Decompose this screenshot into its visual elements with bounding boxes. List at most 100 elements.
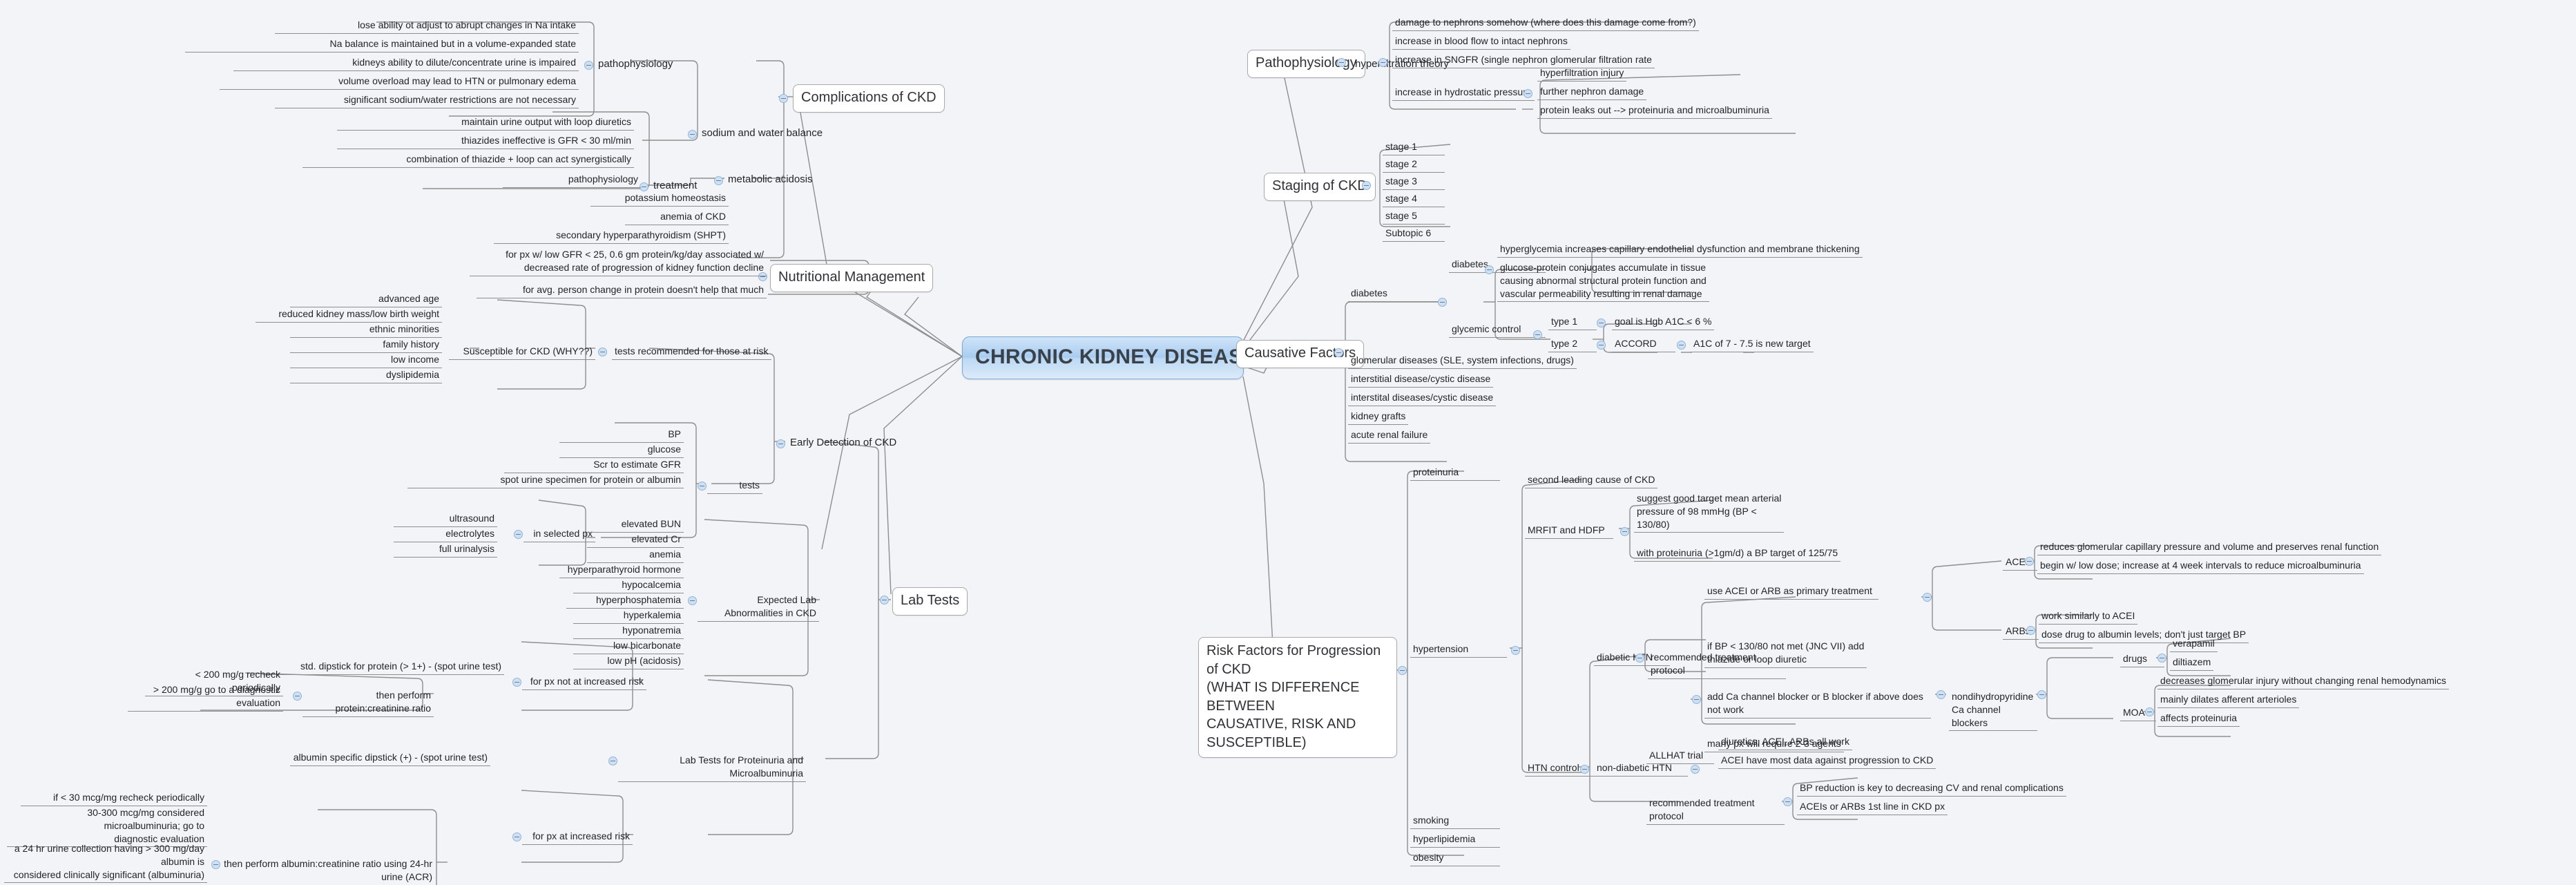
leaf-over-200-mgg[interactable]: > 200 mg/g go to a diagnostic evaluation [128, 683, 283, 712]
node-increase-hydrostatic-pressure[interactable]: increase in hydrostatic pressure [1392, 85, 1535, 101]
leaf-hypocalcemia[interactable]: hypocalcemia [573, 578, 684, 593]
leaf-acei-low-dose[interactable]: begin w/ low dose; increase at 4 week in… [2037, 558, 2364, 574]
node-for-px-at-risk[interactable]: for px at increased risk [522, 829, 633, 845]
toggle-drugs[interactable] [2157, 654, 2166, 663]
toggle-nondihydropyridine[interactable] [2037, 690, 2046, 699]
toggle-diabetes-sub[interactable] [1485, 265, 1494, 274]
toggle-lab-tests[interactable] [880, 596, 889, 605]
leaf-dilute-concentrate-impaired[interactable]: kidneys ability to dilute/concentrate ur… [233, 55, 579, 71]
leaf-proteinuria-bp-target[interactable]: with proteinuria (>1gm/d) a BP target of… [1634, 546, 1841, 562]
node-protein-creatinine-ratio[interactable]: then perform protein:creatinine ratio [302, 688, 434, 717]
leaf-further-nephron-damage[interactable]: further nephron damage [1537, 84, 1647, 100]
leaf-potassium-homeostasis[interactable]: potassium homeostasis [590, 191, 729, 207]
node-diabetes[interactable]: diabetes [1348, 286, 1445, 302]
leaf-family-history[interactable]: family history [290, 337, 442, 353]
toggle-expected-lab-abnormalities[interactable] [688, 596, 697, 605]
node-hypertension[interactable]: hypertension [1410, 642, 1507, 658]
leaf-second-leading-cause[interactable]: second leading cause of CKD [1525, 473, 1658, 488]
leaf-smoking[interactable]: smoking [1410, 813, 1500, 829]
leaf-test-glucose[interactable]: glucose [559, 442, 684, 458]
leaf-elevated-cr[interactable]: elevated Cr [587, 532, 684, 548]
toggle-complications-of-ckd[interactable] [779, 94, 788, 103]
toggle-diabetic-treatment-protocol[interactable] [1692, 695, 1701, 704]
leaf-elevated-bun[interactable]: elevated BUN [587, 517, 684, 533]
toggle-early-detection-of-ckd[interactable] [776, 439, 785, 448]
leaf-hyponatremia[interactable]: hyponatremia [573, 623, 684, 639]
leaf-test-spot-urine[interactable]: spot urine specimen for protein or album… [407, 473, 684, 488]
leaf-hyperparathyroid-hormone[interactable]: hyperparathyroid hormone [559, 562, 684, 578]
leaf-acei-most-data[interactable]: ACEI have most data against progression … [1718, 753, 1936, 769]
leaf-mean-arterial-pressure[interactable]: suggest good target mean arterial pressu… [1634, 491, 1785, 533]
leaf-stage-4[interactable]: stage 4 [1383, 191, 1445, 207]
toggle-type-2[interactable] [1597, 341, 1606, 350]
leaf-stage-1[interactable]: stage 1 [1383, 140, 1445, 155]
leaf-no-sodium-restrictions[interactable]: significant sodium/water restrictions ar… [275, 93, 579, 108]
node-albumin-creatinine-ratio[interactable]: then perform albumin:creatinine ratio us… [221, 857, 435, 885]
toggle-sodium-and-water-balance[interactable] [688, 130, 697, 139]
toggle-accord-trial[interactable] [1677, 341, 1686, 350]
leaf-protein-leaks-out[interactable]: protein leaks out --> proteinuria and mi… [1537, 103, 1772, 119]
toggle-glycemic-control[interactable] [1533, 330, 1542, 339]
toggle-nondiabetic-treatment-protocol[interactable] [1783, 797, 1792, 806]
leaf-obesity[interactable]: obesity [1410, 850, 1500, 866]
node-metabolic-acidosis[interactable]: metabolic acidosis [725, 172, 816, 188]
leaf-type-1-goal[interactable]: goal is Hgb A1C < 6 % [1612, 314, 1715, 330]
leaf-hyperglycemia-capillary[interactable]: hyperglycemia increases capillary endoth… [1497, 242, 1863, 258]
leaf-dilates-afferent-arterioles[interactable]: mainly dilates afferent arterioles [2157, 692, 2300, 708]
leaf-thiazide-loop-synergy[interactable]: combination of thiazide + loop can act s… [302, 152, 634, 168]
node-tests[interactable]: tests [707, 478, 762, 494]
leaf-acei-reduces-pressure[interactable]: reduces glomerular capillary pressure an… [2037, 540, 2382, 555]
node-susceptible-for-ckd[interactable]: Susceptible for CKD (WHY??) [449, 344, 595, 360]
leaf-hyperfiltration-injury[interactable]: hyperfiltration injury [1537, 66, 1627, 82]
leaf-stage-5[interactable]: stage 5 [1383, 209, 1445, 225]
node-nondihydropyridine[interactable]: nondihydropyridine Ca channel blockers [1949, 689, 2037, 732]
toggle-non-diabetic-htn[interactable] [1691, 765, 1700, 774]
leaf-damage-to-nephrons[interactable]: damage to nephrons somehow (where does t… [1392, 15, 1699, 31]
node-use-acei-or-arb[interactable]: use ACEI or ARB as primary treatment [1704, 584, 1878, 600]
toggle-for-px-not-at-risk[interactable] [512, 678, 521, 687]
leaf-anemia[interactable]: anemia [587, 547, 684, 563]
toggle-arbs[interactable] [2026, 626, 2035, 635]
node-early-detection-of-ckd[interactable]: Early Detection of CKD [787, 435, 899, 451]
leaf-hyperkalemia[interactable]: hyperkalemia [573, 608, 684, 624]
topic-nutritional-management[interactable]: Nutritional Management [770, 264, 934, 292]
toggle-hypertension[interactable] [1511, 646, 1520, 655]
leaf-na-intake[interactable]: lose ability ot adjust to abrupt changes… [275, 18, 579, 34]
toggle-increase-hydrostatic-pressure[interactable] [1524, 89, 1532, 98]
toggle-htn-control[interactable] [1580, 765, 1589, 774]
leaf-aceis-arbs-first-line[interactable]: ACEIs or ARBs 1st line in CKD px [1797, 799, 1948, 815]
toggle-pathophysiology[interactable] [1337, 58, 1346, 67]
toggle-acei[interactable] [2025, 557, 2034, 566]
toggle-causative-factors[interactable] [1334, 348, 1343, 357]
leaf-low-ph-acidosis[interactable]: low pH (acidosis) [573, 654, 684, 669]
leaf-if-bp-not-met[interactable]: if BP < 130/80 not met (JNC VII) add thi… [1704, 639, 1867, 668]
leaf-avg-person-protein[interactable]: for avg. person change in protein doesn'… [477, 283, 767, 298]
leaf-glucose-protein-conjugates[interactable]: glucose-protein conjugates accumulate in… [1497, 260, 1709, 303]
leaf-metabolic-acidosis-pathophysiology[interactable]: pathophysiology [503, 172, 641, 188]
topic-pathophysiology[interactable]: Pathophysiology [1247, 50, 1365, 78]
topic-lab-tests[interactable]: Lab Tests [892, 587, 968, 616]
toggle-type-1[interactable] [1597, 318, 1606, 327]
leaf-type-2-goal[interactable]: A1C of 7 - 7.5 is new target [1691, 336, 1814, 352]
node-lab-tests-proteinuria[interactable]: Lab Tests for Proteinuria and Microalbum… [618, 753, 806, 782]
node-nondiabetic-treatment-protocol[interactable]: recommended treatment protocol [1646, 796, 1785, 825]
leaf-test-scr-gfr[interactable]: Scr to estimate GFR [504, 457, 684, 473]
leaf-albumin-dipstick[interactable]: albumin specific dipstick (+) - (spot ur… [290, 750, 490, 766]
leaf-affects-proteinuria[interactable]: affects proteinuria [2157, 711, 2240, 727]
toggle-hyperfiltration-theory[interactable] [1378, 58, 1387, 67]
topic-risk-factors[interactable]: Risk Factors for Progression of CKD (WHA… [1198, 637, 1397, 758]
leaf-hyperphosphatemia[interactable]: hyperphosphatemia [566, 593, 684, 609]
leaf-low-gfr-protein[interactable]: for px w/ low GFR < 25, 0.6 gm protein/k… [470, 247, 767, 276]
node-sodium-pathophysiology[interactable]: pathophysiology [595, 57, 675, 73]
leaf-ethnic-minorities[interactable]: ethnic minorities [290, 322, 442, 338]
leaf-loop-diuretics[interactable]: maintain urine output with loop diuretic… [337, 115, 634, 131]
toggle-add-ca-channel-blocker[interactable] [1936, 690, 1945, 699]
leaf-under-30-mcgmg[interactable]: if < 30 mcg/mg recheck periodically [21, 790, 207, 806]
leaf-advanced-age[interactable]: advanced age [290, 292, 442, 307]
node-glycemic-control[interactable]: glycemic control [1449, 322, 1546, 338]
leaf-ultrasound[interactable]: ultrasound [394, 511, 497, 527]
leaf-stage-2[interactable]: stage 2 [1383, 157, 1445, 173]
toggle-tests[interactable] [698, 482, 707, 491]
topic-causative-factors[interactable]: Causative Factors [1236, 340, 1365, 368]
toggle-mrfit-and-hdfp[interactable] [1620, 527, 1629, 536]
